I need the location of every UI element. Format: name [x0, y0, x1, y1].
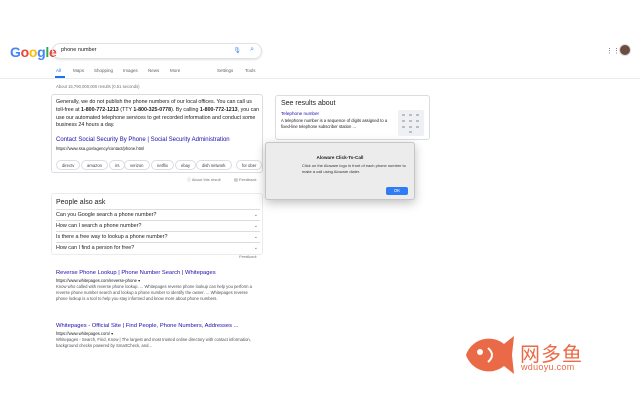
fish-logo-icon [466, 336, 514, 374]
paa-question[interactable]: Is there a free way to lookup a phone nu… [56, 231, 260, 242]
snippet-link[interactable]: Contact Social Security By Phone | Socia… [56, 137, 260, 143]
paa-question[interactable]: Can you Google search a phone number? ⌄ [56, 209, 260, 220]
chevron-down-icon: ⌄ [253, 234, 258, 240]
search-input[interactable]: phone number [61, 47, 96, 53]
result-description: Know who called with reverse phone looku… [56, 284, 252, 302]
tab-news[interactable]: News [148, 68, 159, 73]
tabs-divider [0, 78, 640, 79]
tab-images[interactable]: Images [123, 68, 138, 73]
result-description: Whitepages - Search, Find, Know | The la… [56, 337, 251, 349]
result-url[interactable]: https://www.whitepages.com/ ▾ [56, 331, 113, 336]
chevron-down-icon: ⌄ [253, 245, 258, 251]
dialog-message: Click on the Aloware logo in front of ea… [302, 163, 406, 174]
tab-tools[interactable]: Tools [245, 68, 256, 73]
tab-all[interactable]: All [56, 68, 61, 73]
click-to-call-dialog: Aloware Click-To-Call Click on the Alowa… [265, 142, 415, 200]
result-title[interactable]: Reverse Phone Lookup | Phone Number Sear… [56, 270, 216, 276]
chip[interactable]: directv [56, 160, 81, 170]
search-icon[interactable]: ⌕ [250, 46, 254, 54]
tab-shopping[interactable]: Shopping [94, 68, 113, 73]
dialog-title: Aloware Click-To-Call [316, 155, 364, 160]
avatar[interactable] [619, 44, 631, 56]
google-logo[interactable]: Google [10, 44, 57, 60]
kp-link[interactable]: Telephone number [281, 111, 319, 116]
chip[interactable]: ebay [175, 160, 197, 170]
keypad-image[interactable] [398, 110, 424, 136]
ok-button[interactable]: OK [386, 187, 408, 195]
tab-settings[interactable]: Settings [217, 68, 233, 73]
paa-question[interactable]: How can I search a phone number? ⌄ [56, 220, 260, 231]
result-title[interactable]: Whitepages - Official Site | Find People… [56, 323, 238, 329]
chevron-down-icon: ⌄ [253, 223, 258, 229]
tab-maps[interactable]: Maps [73, 68, 84, 73]
chip[interactable]: irs [109, 160, 126, 170]
chip[interactable]: amazon [81, 160, 108, 170]
snippet-text: Generally, we do not publish the phone n… [56, 99, 260, 129]
chip[interactable]: for ober [236, 160, 263, 170]
chevron-down-icon: ⌄ [253, 212, 258, 218]
result-url[interactable]: https://www.whitepages.com/reverse-phone… [56, 278, 140, 283]
search-box[interactable]: phone number 🎙 ⌕ [52, 43, 262, 59]
mic-icon[interactable]: 🎙 [233, 47, 241, 54]
chip[interactable]: dish network [196, 160, 232, 170]
kp-description: A telephone number is a sequence of digi… [281, 118, 388, 129]
paa-feedback[interactable]: Feedback [239, 254, 257, 259]
paa-question[interactable]: How can I find a person for free? ⌄ [56, 242, 260, 253]
paa-title: People also ask [56, 199, 106, 206]
tab-more[interactable]: More [170, 68, 180, 73]
feedback-link[interactable]: ▤ Feedback [234, 177, 256, 182]
result-stats: About 15,790,000,000 results (0.51 secon… [56, 84, 140, 89]
snippet-url: https://www.ssa.gov/agency/contact/phone… [56, 146, 145, 151]
watermark-url: wduoyu.com [521, 362, 575, 372]
chip[interactable]: verizon [124, 160, 150, 170]
chip[interactable]: netflix [151, 160, 174, 170]
kp-title: See results about [281, 100, 336, 107]
about-this-result[interactable]: ⓘ About this result [187, 177, 221, 183]
